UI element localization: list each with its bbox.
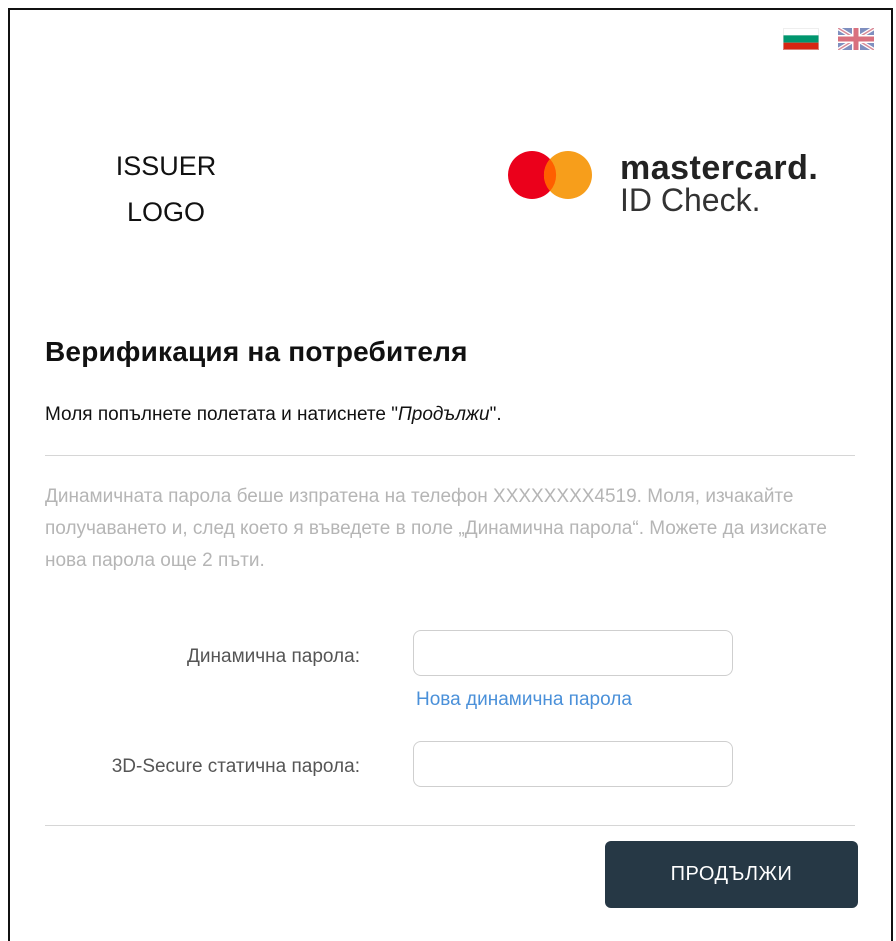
- id-check-wordmark: ID Check.: [620, 182, 761, 218]
- instruction-suffix: ".: [489, 404, 502, 425]
- issuer-logo-line2: LOGO: [126, 197, 206, 227]
- dynamic-password-label: Динамична парола:: [187, 646, 360, 667]
- continue-button[interactable]: ПРОДЪЛЖИ: [605, 841, 858, 908]
- divider: [45, 825, 855, 826]
- mastercard-wordmark: mastercard.: [620, 149, 819, 187]
- mastercard-circles-icon: [508, 151, 592, 199]
- new-dynamic-password-link[interactable]: Нова динамична парола: [416, 689, 632, 711]
- issuer-logo-line1: ISSUER: [115, 151, 217, 181]
- instruction-text: Моля попълнете полетата и натиснете "Про…: [45, 404, 502, 426]
- instruction-prefix: Моля попълнете полетата и натиснете ": [45, 404, 399, 425]
- page-title: Верификация на потребителя: [45, 336, 468, 367]
- bulgarian-flag-icon[interactable]: [783, 28, 819, 50]
- info-text: Динамичната парола беше изпратена на тел…: [45, 486, 827, 571]
- issuer-logo: ISSUER LOGO: [96, 143, 236, 235]
- divider: [45, 455, 855, 456]
- uk-flag-icon[interactable]: [838, 28, 874, 50]
- static-password-label: 3D-Secure статична парола:: [111, 756, 360, 777]
- dynamic-password-input[interactable]: [413, 630, 733, 676]
- mastercard-id-check-logo: mastercard. ID Check.: [500, 145, 840, 225]
- static-password-input[interactable]: [413, 741, 733, 787]
- instruction-emphasis: Продължи: [398, 404, 490, 425]
